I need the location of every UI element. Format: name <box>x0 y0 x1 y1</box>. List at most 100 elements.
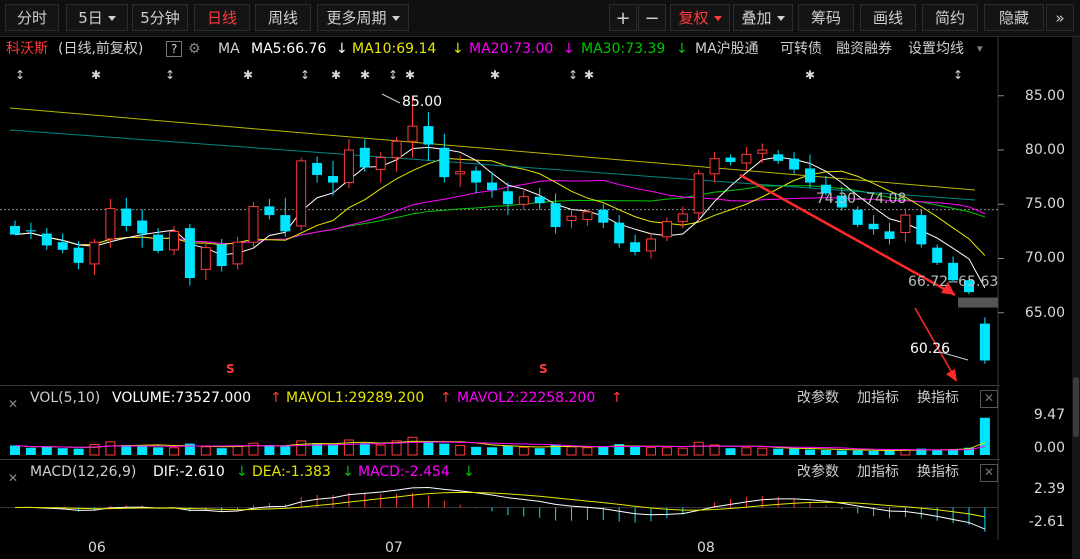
volume-bar <box>423 441 434 455</box>
volume-bar <box>566 446 577 456</box>
dea-value: DEA:-1.383 <box>252 464 331 480</box>
candle-body <box>232 241 243 265</box>
candle-body <box>614 222 625 244</box>
volume-bar <box>73 448 84 455</box>
candle-body <box>407 125 418 142</box>
scrollbar-thumb[interactable] <box>1073 377 1079 437</box>
mavol1-value: MAVOL1:29289.200 <box>286 390 425 406</box>
event-marker: ↕ <box>15 68 25 82</box>
volume-bars <box>10 417 990 456</box>
candle-body <box>502 191 513 205</box>
up-arrow-icon: ↑ <box>270 390 282 406</box>
volume-bar <box>741 447 752 456</box>
macd-value: MACD:-2.454 <box>358 464 450 480</box>
volume-bar <box>789 448 800 455</box>
volume-bar <box>773 448 784 455</box>
volume-bar <box>89 444 100 456</box>
close-icon[interactable]: ✕ <box>980 464 998 482</box>
volume-bar <box>328 444 338 455</box>
date-label: 08 <box>697 540 715 556</box>
volume-bar <box>10 445 20 455</box>
volume-bar <box>757 447 768 456</box>
candle-body <box>566 215 577 222</box>
volume-bar <box>852 450 863 455</box>
volume-bar <box>232 445 243 456</box>
candle-body <box>89 241 100 265</box>
candle-body <box>359 147 370 168</box>
candle-body <box>773 154 784 161</box>
candle-body <box>216 244 227 267</box>
candle-body <box>487 182 497 191</box>
candle-body <box>550 203 561 228</box>
vertical-scrollbar[interactable] <box>1072 37 1080 559</box>
up-arrow-icon: ↑ <box>440 390 452 406</box>
candle-body <box>264 206 275 216</box>
range-label-2: 66.72--65.63 <box>908 274 999 290</box>
macd-panel-header: ✕ MACD(12,26,9) DIF:-2.610 ↓ DEA:-1.383 … <box>0 460 1000 485</box>
candle-body <box>280 215 291 232</box>
volume-bar <box>534 448 545 455</box>
volume-value: VOLUME:73527.000 <box>112 390 252 406</box>
macd-axis-top: 2.39 <box>1033 481 1065 497</box>
volume-bar <box>979 417 990 455</box>
candle-body <box>741 153 752 164</box>
event-marker: ↕ <box>388 68 398 82</box>
event-marker: ↕ <box>953 68 963 82</box>
switch-indicator-button[interactable]: 换指标 <box>917 460 959 484</box>
candle-body <box>471 170 482 183</box>
candle-body <box>630 242 641 252</box>
price-tick-80: 80.00 <box>1024 142 1065 158</box>
event-marker: ✱ <box>805 68 815 82</box>
date-label: 06 <box>88 540 106 556</box>
candle-body <box>661 221 672 238</box>
candle-body <box>105 208 116 240</box>
candle-body <box>852 209 863 225</box>
change-params-button[interactable]: 改参数 <box>797 460 839 484</box>
event-marker: ✱ <box>490 68 500 82</box>
candle-body <box>248 205 259 243</box>
volume-bar <box>280 445 291 455</box>
candle-body <box>184 228 195 279</box>
candle-body <box>534 196 545 204</box>
candle-body <box>518 196 529 205</box>
volume-bar <box>57 448 68 455</box>
candle-body <box>73 247 84 263</box>
macd-title[interactable]: MACD(12,26,9) <box>30 460 136 484</box>
macd-axis-bottom: -2.61 <box>1028 514 1065 530</box>
volume-bar <box>646 446 656 456</box>
candle-body <box>884 231 895 239</box>
close-icon[interactable]: ✕ <box>8 392 18 416</box>
ma5-line <box>14 146 986 289</box>
dif-value: DIF:-2.610 <box>153 464 225 480</box>
event-marker: ↕ <box>165 68 175 82</box>
add-indicator-button[interactable]: 加指标 <box>857 386 899 410</box>
change-params-button[interactable]: 改参数 <box>797 386 839 410</box>
candle-body <box>153 234 164 251</box>
candle-body <box>169 230 179 251</box>
candle-body <box>916 215 927 245</box>
event-marker: ✱ <box>584 68 594 82</box>
volume-axis-top: 9.47 <box>1033 407 1065 423</box>
add-indicator-button[interactable]: 加指标 <box>857 460 899 484</box>
volume-bar <box>264 445 275 455</box>
close-icon[interactable]: ✕ <box>980 390 998 408</box>
volume-bar <box>884 450 895 455</box>
candle-body <box>10 225 20 235</box>
event-marker: ↕ <box>300 68 310 82</box>
candle-body <box>709 158 720 175</box>
candle-body <box>693 173 704 214</box>
switch-indicator-button[interactable]: 换指标 <box>917 386 959 410</box>
volume-axis-bottom: 0.00 <box>1033 440 1065 456</box>
vol-title[interactable]: VOL(5,10) <box>30 386 100 410</box>
volume-bar <box>836 450 847 455</box>
up-arrow-icon: ↑ <box>611 390 623 406</box>
volume-bar <box>471 446 482 455</box>
close-icon[interactable]: ✕ <box>8 466 18 490</box>
volume-bar <box>820 450 831 455</box>
candlesticks <box>10 95 990 364</box>
volume-bar <box>725 448 736 455</box>
candle-body <box>296 160 307 227</box>
candle-body <box>725 157 736 162</box>
down-arrow-icon: ↓ <box>342 464 354 480</box>
volume-bar <box>693 441 704 456</box>
